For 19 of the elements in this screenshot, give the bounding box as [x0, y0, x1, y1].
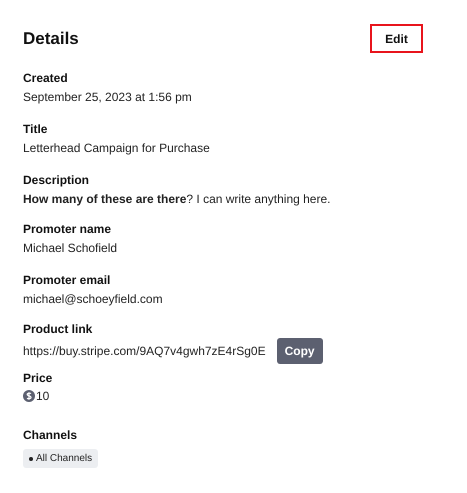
field-value: Michael Schofield: [23, 240, 118, 256]
field-value: Letterhead Campaign for Purchase: [23, 140, 211, 156]
channel-tag: All Channels: [23, 449, 98, 468]
field-label: Product link: [23, 321, 94, 337]
field-label: Title: [23, 121, 48, 137]
field-label: Description: [23, 172, 90, 188]
field-label: Price: [23, 370, 54, 386]
field-value: September 25, 2023 at 1:56 pm: [23, 89, 193, 105]
field-label: Channels: [23, 427, 78, 443]
edit-button[interactable]: Edit: [370, 24, 423, 53]
copy-button[interactable]: Copy: [276, 338, 323, 364]
field-value: michael@schoeyfield.com: [23, 291, 164, 307]
field-label: Promoter email: [23, 272, 112, 288]
dollar-coin-icon: [23, 390, 35, 402]
details-heading: Details: [23, 28, 79, 50]
field-label: Promoter name: [23, 221, 112, 237]
field-value: How many of these are there? I can write anything here.: [23, 191, 332, 207]
field-label: Created: [23, 70, 69, 86]
price-value: 10: [36, 388, 50, 405]
